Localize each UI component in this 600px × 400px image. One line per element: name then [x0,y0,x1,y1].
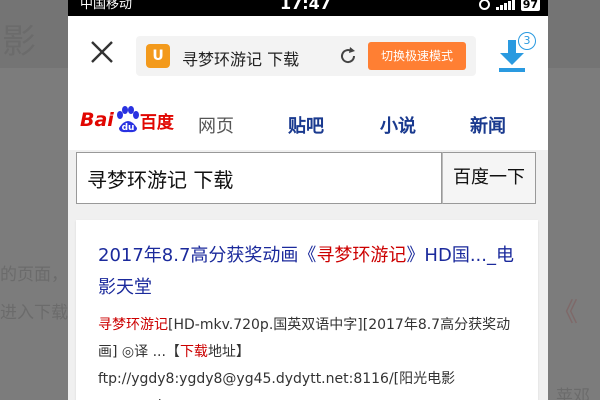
status-icons: 97 [478,0,540,11]
paw-icon: du [116,106,139,133]
search-button[interactable]: 百度一下 [442,152,536,204]
snippet-highlight: 寻梦环游记 [98,317,168,333]
nav-news[interactable]: 新闻 [470,112,506,138]
search-result-card: 2017年8.7高分获奖动画《寻梦环游记》HD国..._电影天堂 寻梦环游记[H… [76,220,538,400]
search-input[interactable] [76,152,442,204]
baidu-header: Bai du 百度 网页 贴吧 小说 新闻 [68,90,548,150]
nav-tieba[interactable]: 贴吧 [288,112,324,138]
result-title-prefix: 2017年8.7高分获奖动画《 [98,245,317,266]
logo-text-baidu: 百度 [139,112,174,133]
battery-icon: 97 [520,0,540,11]
download-button[interactable]: 3 [496,32,536,74]
baidu-logo[interactable]: Bai du 百度 [80,102,174,138]
nav-novel[interactable]: 小说 [380,112,416,138]
snippet-highlight: 下载 [179,344,208,360]
uc-browser-icon: U [146,44,170,68]
status-clock: 17:47 [280,0,331,13]
carrier-name: 中国移动 [80,0,133,12]
refresh-icon[interactable] [338,46,358,66]
logo-text-bai: Bai [80,109,114,131]
alarm-icon [478,0,490,10]
result-title-link[interactable]: 2017年8.7高分获奖动画《寻梦环游记》HD国..._电影天堂 [98,240,528,304]
speed-mode-button[interactable]: 切换极速模式 [368,42,466,70]
address-bar[interactable]: U 寻梦环游记 下载 切换极速模式 [136,36,476,76]
signal-icon [495,0,515,10]
status-bar: 中国移动 17:47 97 [68,0,548,16]
svg-text:du: du [121,123,134,133]
nav-web[interactable]: 网页 [198,112,234,138]
address-text: 寻梦环游记 下载 [182,50,300,69]
browser-toolbar: U 寻梦环游记 下载 切换极速模式 3 [68,16,548,91]
phone-screen: 中国移动 17:47 97 U 寻梦环游记 下载 切换极速模式 3 Bai du… [68,0,548,400]
search-row: 百度一下 [76,152,540,206]
close-icon[interactable] [88,38,116,66]
result-snippet: 寻梦环游记[HD-mkv.720p.国英双语中字][2017年8.7高分获奖动画… [98,312,528,400]
result-title-highlight: 寻梦环游记 [316,245,407,266]
download-count-badge: 3 [518,32,536,50]
